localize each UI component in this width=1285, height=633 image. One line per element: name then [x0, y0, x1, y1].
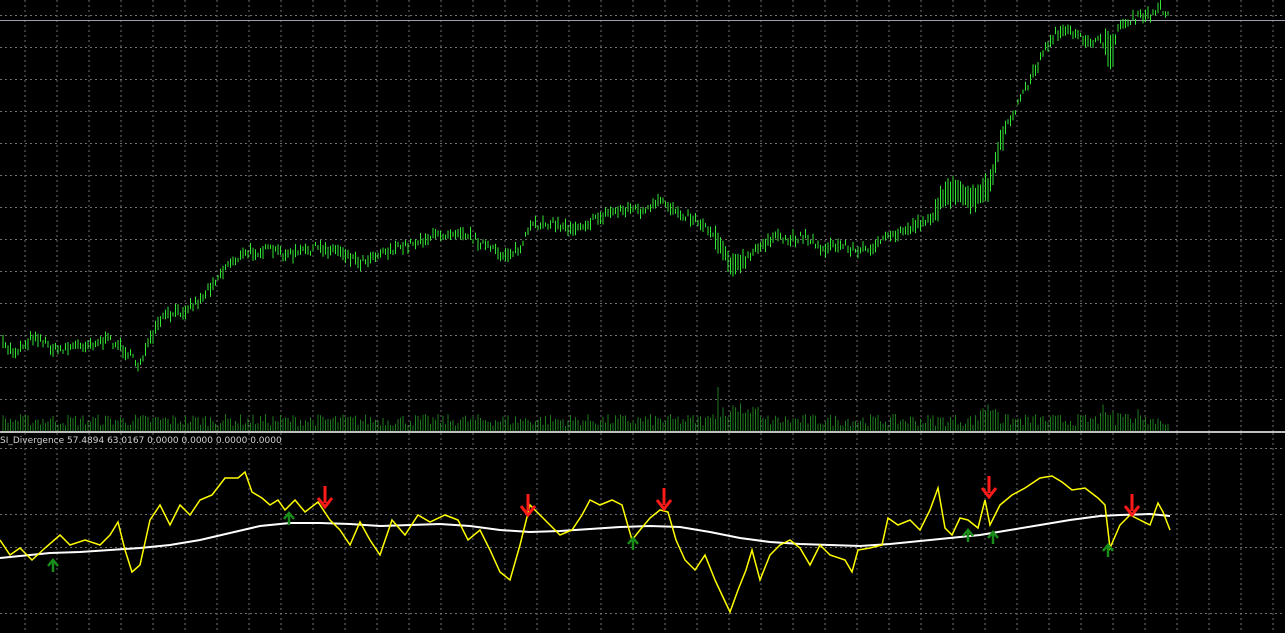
indicator-grid	[0, 433, 1285, 633]
indicator-label: SI_Divergence 57.4894 63.0167 0.0000 0.0…	[0, 436, 282, 446]
red-down-arrow-icon	[1123, 494, 1141, 518]
price-chart-pane[interactable]	[0, 0, 1285, 432]
red-down-arrow-icon	[980, 476, 998, 500]
rsi-moving-average-line	[0, 512, 1171, 559]
green-up-arrow-icon	[47, 558, 59, 572]
rsi-line	[0, 470, 1171, 614]
rsi-divergence-chart[interactable]	[0, 433, 1285, 633]
red-down-arrow-icon	[655, 488, 673, 512]
price-chart[interactable]	[0, 0, 1285, 432]
price-candles	[2, 0, 1169, 372]
volume-bars	[2, 387, 1169, 431]
green-up-arrow-icon	[627, 536, 639, 550]
price-grid	[0, 0, 1285, 432]
green-up-arrow-icon	[1102, 543, 1114, 557]
indicator-pane[interactable]	[0, 433, 1285, 633]
green-up-arrow-icon	[962, 528, 974, 542]
